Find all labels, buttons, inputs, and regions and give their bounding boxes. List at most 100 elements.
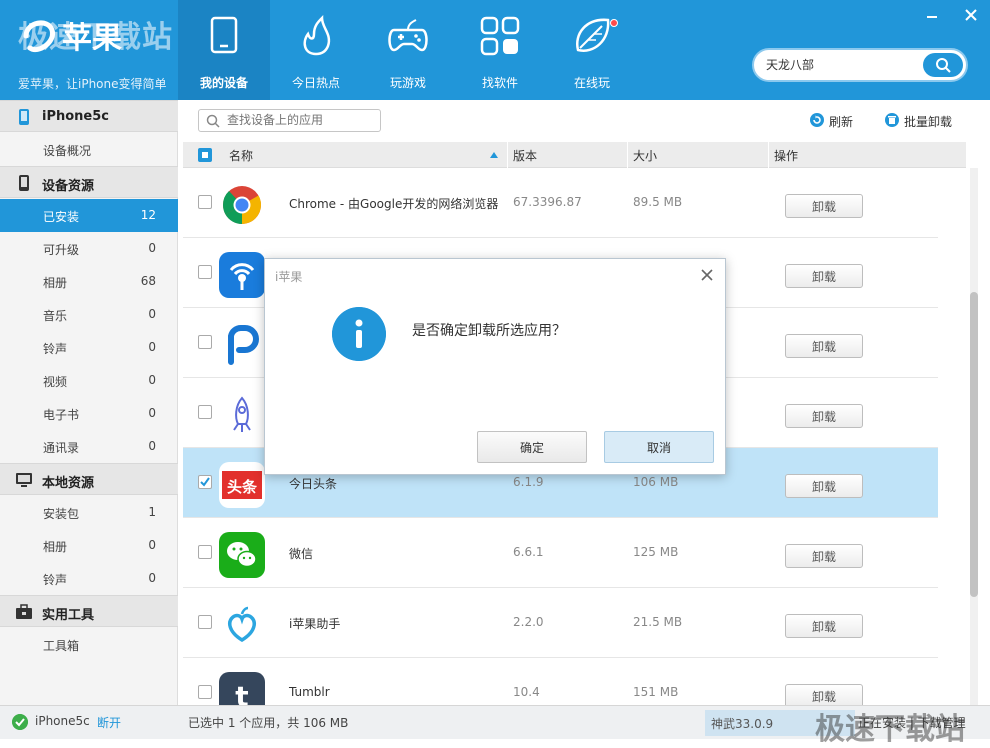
iapple-helper-icon	[219, 602, 265, 648]
wifi-key-icon	[219, 252, 265, 298]
cancel-button[interactable]: 取消	[604, 431, 714, 463]
sidebar-section-tools[interactable]: 实用工具	[0, 595, 178, 627]
uninstall-button[interactable]: 卸载	[785, 614, 863, 638]
uninstall-button[interactable]: 卸载	[785, 264, 863, 288]
sidebar-item-label: 已安装	[43, 210, 80, 224]
slogan: 爱苹果，让iPhone变得简单	[18, 77, 167, 91]
sidebar-item-contacts[interactable]: 通讯录 0	[0, 430, 178, 463]
tab-my-device[interactable]: 我的设备	[178, 0, 270, 100]
status-bar: iPhone5c 断开 已选中 1 个应用，共 106 MB 神武33.0.9 …	[0, 705, 990, 747]
batch-uninstall-button[interactable]: 批量卸载	[884, 111, 964, 131]
sidebar-item-label: 相册	[43, 540, 68, 554]
tab-hot-today[interactable]: 今日热点	[270, 0, 362, 100]
section-title: 实用工具	[42, 608, 95, 623]
sidebar-item-local-photos[interactable]: 相册 0	[0, 529, 178, 562]
sidebar-item-count: 0	[148, 406, 156, 420]
sidebar-item-label: 铃声	[43, 342, 68, 356]
app-name: Chrome - 由Google开发的网络浏览器	[289, 197, 499, 211]
sidebar-item-count: 68	[140, 274, 156, 288]
row-checkbox[interactable]	[198, 195, 212, 209]
wechat-icon	[219, 532, 265, 578]
confirm-button[interactable]: 确定	[477, 431, 587, 463]
sidebar-item-label: 工具箱	[43, 639, 80, 653]
row-checkbox[interactable]	[198, 335, 212, 349]
scroll-thumb[interactable]	[970, 292, 978, 597]
uninstall-button[interactable]: 卸载	[785, 684, 863, 705]
row-checkbox[interactable]	[198, 265, 212, 279]
chrome-icon	[222, 186, 262, 225]
sidebar-item-videos[interactable]: 视频 0	[0, 364, 178, 397]
sidebar-item-overview[interactable]: 设备概况	[0, 133, 178, 166]
toolbox-icon	[16, 604, 32, 619]
app-name: Tumblr	[289, 685, 330, 699]
app-search-input[interactable]	[227, 113, 375, 127]
watermark-text: 极速下载站	[18, 20, 173, 55]
sidebar: iPhone5c 设备概况 设备资源 已安装 12 可升级 0 相册 68 音乐…	[0, 100, 178, 705]
pp-icon	[219, 322, 265, 368]
sidebar-item-packages[interactable]: 安装包 1	[0, 496, 178, 529]
app-version: 10.4	[513, 685, 540, 699]
tab-software[interactable]: 找软件	[454, 0, 546, 100]
table-header: 名称 版本 大小 操作	[183, 142, 966, 168]
sidebar-item-label: 安装包	[43, 507, 80, 521]
sidebar-item-count: 0	[148, 439, 156, 453]
refresh-button[interactable]: 刷新	[809, 111, 869, 131]
sidebar-section-local-resources[interactable]: 本地资源	[0, 463, 178, 495]
sidebar-section-device-resources[interactable]: 设备资源	[0, 166, 178, 198]
table-row[interactable]: i苹果助手 2.2.0 21.5 MB 卸载	[183, 588, 938, 658]
tab-label: 我的设备	[199, 76, 248, 90]
search-button[interactable]	[923, 53, 963, 77]
sidebar-item-ringtones[interactable]: 铃声 0	[0, 331, 178, 364]
sidebar-item-installed[interactable]: 已安装 12	[0, 199, 178, 232]
sidebar-item-count: 0	[148, 373, 156, 387]
close-icon[interactable]	[699, 267, 715, 283]
minimize-icon[interactable]	[924, 8, 940, 26]
row-checkbox[interactable]	[198, 685, 212, 699]
uninstall-button[interactable]: 卸载	[785, 544, 863, 568]
tablet-icon	[210, 16, 238, 54]
confirm-dialog: i苹果 是否确定卸载所选应用？ 确定 取消	[264, 258, 726, 475]
list-scrollbar[interactable]	[970, 168, 978, 705]
sidebar-item-upgradable[interactable]: 可升级 0	[0, 232, 178, 265]
column-size[interactable]: 大小	[633, 147, 657, 164]
uninstall-button[interactable]: 卸载	[785, 334, 863, 358]
row-checkbox[interactable]	[198, 405, 212, 419]
global-search-input[interactable]	[766, 57, 916, 71]
tumblr-icon: t	[219, 672, 265, 705]
connected-check-icon	[12, 714, 28, 730]
app-size: 125 MB	[633, 545, 679, 559]
section-title: 本地资源	[42, 476, 95, 491]
select-all-checkbox[interactable]	[198, 148, 212, 162]
row-checkbox[interactable]	[198, 545, 212, 559]
sidebar-item-toolbox[interactable]: 工具箱	[0, 628, 178, 661]
sidebar-item-ebooks[interactable]: 电子书 0	[0, 397, 178, 430]
table-row[interactable]: 微信 6.6.1 125 MB 卸载	[183, 518, 938, 588]
sidebar-item-music[interactable]: 音乐 0	[0, 298, 178, 331]
sidebar-item-count: 0	[148, 340, 156, 354]
app-logo: 苹果 极速下载站	[18, 12, 178, 62]
status-device-name: iPhone5c	[35, 714, 90, 728]
sidebar-section-device[interactable]: iPhone5c	[0, 100, 178, 132]
column-version[interactable]: 版本	[513, 147, 537, 164]
row-checkbox[interactable]	[198, 475, 212, 489]
refresh-label: 刷新	[829, 115, 854, 129]
disconnect-link[interactable]: 断开	[97, 714, 121, 731]
batch-uninstall-label: 批量卸载	[904, 115, 953, 129]
uninstall-button[interactable]: 卸载	[785, 194, 863, 218]
app-version: 2.2.0	[513, 615, 544, 629]
section-title: 设备资源	[42, 179, 95, 194]
tab-games[interactable]: 玩游戏	[362, 0, 454, 100]
column-name[interactable]: 名称	[229, 147, 253, 164]
uninstall-button[interactable]: 卸载	[785, 474, 863, 498]
checkmark-icon	[200, 477, 210, 487]
tab-play-online[interactable]: 在线玩	[546, 0, 638, 100]
close-icon[interactable]	[963, 8, 979, 26]
sidebar-item-label: 可升级	[43, 243, 80, 257]
table-row[interactable]: t Tumblr 10.4 151 MB 卸载	[183, 658, 938, 705]
table-row[interactable]: Chrome - 由Google开发的网络浏览器 67.3396.87 89.5…	[183, 168, 938, 238]
row-checkbox[interactable]	[198, 615, 212, 629]
selection-summary: 已选中 1 个应用，共 106 MB	[188, 716, 349, 730]
sidebar-item-local-ringtones[interactable]: 铃声 0	[0, 562, 178, 595]
uninstall-button[interactable]: 卸载	[785, 404, 863, 428]
sidebar-item-photos[interactable]: 相册 68	[0, 265, 178, 298]
